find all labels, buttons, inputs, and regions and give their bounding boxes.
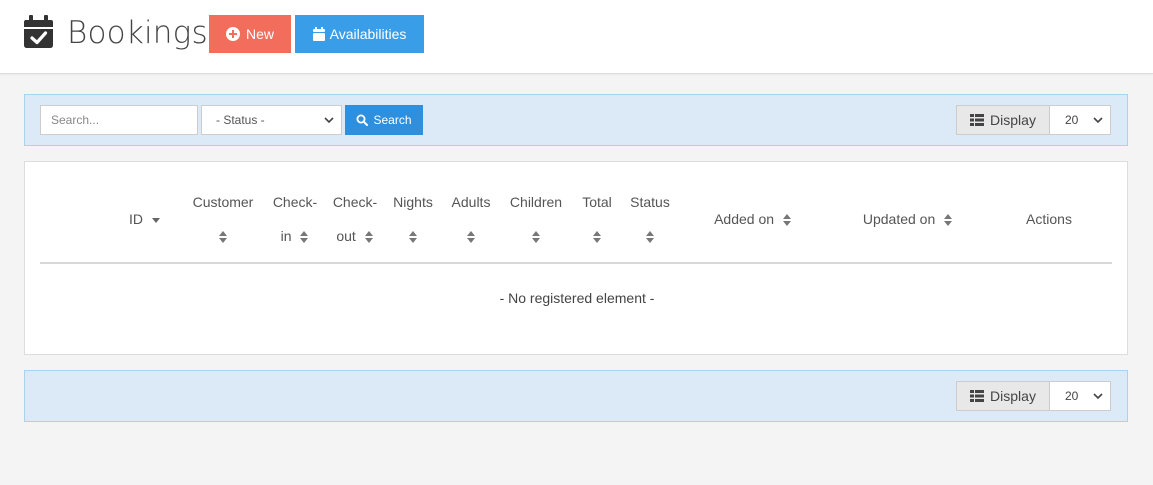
column-header-updated-on[interactable]: Updated on: [843, 202, 973, 236]
per-page-value: 20: [1065, 389, 1079, 403]
per-page-select[interactable]: 20: [1050, 105, 1111, 135]
new-button[interactable]: New: [209, 15, 291, 53]
sort-icon: [646, 231, 654, 244]
sort-icon: [219, 231, 227, 244]
sort-icon: [300, 231, 309, 244]
empty-table-message: - No registered element -: [499, 290, 655, 306]
bookings-table: ID Customer Check- in Check- out Nights …: [24, 161, 1128, 355]
status-select[interactable]: - Status -: [201, 105, 342, 135]
column-header-children[interactable]: Children: [504, 185, 568, 253]
display-button[interactable]: Display: [956, 105, 1050, 135]
sort-icon: [782, 214, 791, 227]
column-header-id[interactable]: ID: [125, 202, 165, 236]
sort-icon: [409, 231, 417, 244]
sort-icon: [944, 214, 953, 227]
column-header-actions: Actions: [1026, 211, 1072, 227]
column-header-check-out[interactable]: Check- out: [327, 185, 383, 253]
column-header-added-on[interactable]: Added on: [695, 202, 811, 236]
display-button[interactable]: Display: [956, 381, 1050, 411]
availabilities-button-label: Availabilities: [329, 26, 407, 42]
column-header-nights[interactable]: Nights: [387, 185, 439, 253]
display-control: Display 20: [956, 381, 1111, 411]
chevron-down-icon: [1093, 117, 1103, 124]
status-select-value: - Status -: [216, 113, 265, 127]
display-label: Display: [990, 388, 1036, 404]
column-header-status[interactable]: Status: [624, 185, 676, 253]
per-page-value: 20: [1065, 113, 1079, 127]
search-icon: [356, 114, 369, 126]
search-button-label: Search: [373, 113, 412, 127]
search-input[interactable]: [40, 105, 198, 135]
page-title: Bookings: [67, 15, 208, 51]
sort-icon: [593, 231, 601, 244]
new-button-label: New: [245, 26, 274, 42]
column-header-customer[interactable]: Customer: [188, 185, 258, 253]
chevron-down-icon: [1093, 393, 1103, 400]
sort-icon: [532, 231, 540, 244]
list-icon: [970, 114, 985, 126]
display-control: Display 20: [956, 105, 1111, 135]
page-header: Bookings New Availabilities: [0, 0, 1153, 74]
sort-icon: [364, 231, 373, 244]
column-header-total[interactable]: Total: [573, 185, 621, 253]
calendar-check-icon: [24, 15, 53, 48]
column-header-check-in[interactable]: Check- in: [268, 185, 322, 253]
pagination-toolbar: Display 20: [24, 370, 1128, 422]
display-label: Display: [990, 112, 1036, 128]
availabilities-button[interactable]: Availabilities: [295, 15, 424, 53]
table-header-divider: [40, 262, 1112, 264]
sort-icon: [467, 231, 475, 244]
chevron-down-icon: [324, 117, 334, 124]
filter-toolbar: - Status - Search Display 20: [24, 94, 1128, 146]
column-header-adults[interactable]: Adults: [445, 185, 497, 253]
list-icon: [970, 390, 985, 402]
sort-desc-icon: [151, 218, 160, 224]
search-button[interactable]: Search: [345, 105, 423, 135]
plus-circle-icon: [225, 27, 240, 41]
per-page-select[interactable]: 20: [1050, 381, 1111, 411]
calendar-icon: [312, 27, 325, 41]
